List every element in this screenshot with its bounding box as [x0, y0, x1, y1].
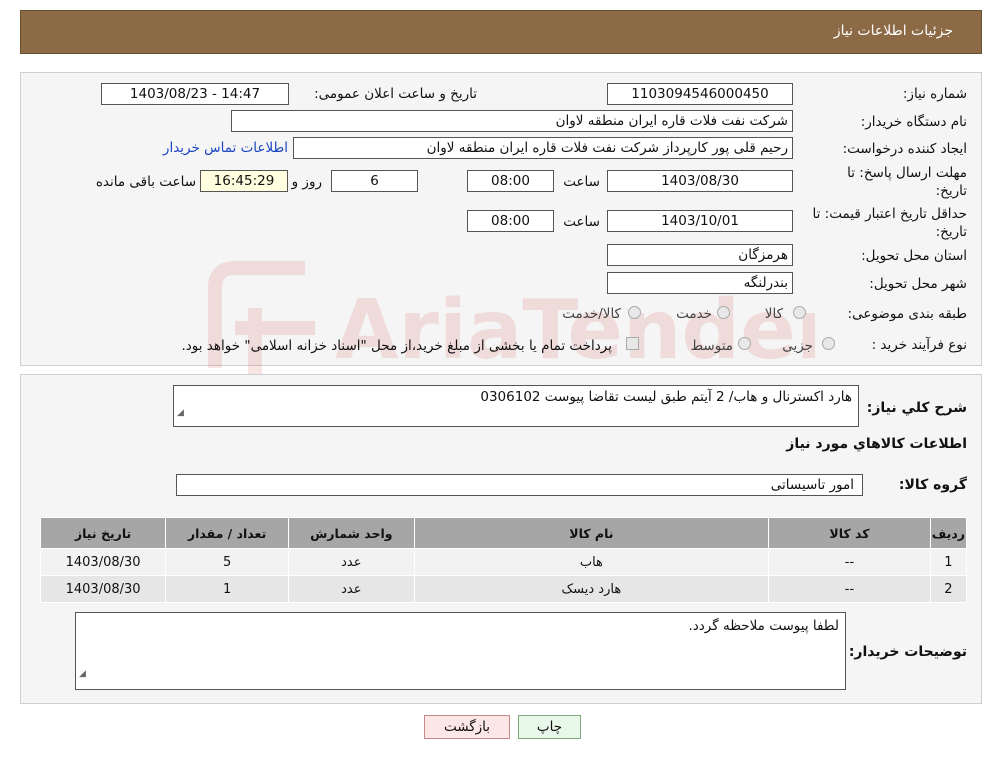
category-radio-service[interactable]	[717, 306, 730, 319]
table-header-row: رديف کد کالا نام کالا واحد شمارش تعداد /…	[39, 517, 968, 549]
buyer-notes-label: توضيحات خريدار:	[848, 644, 967, 660]
page-title: جزئیات اطلاعات نیاز	[833, 23, 953, 39]
cell-unit: عدد	[288, 548, 415, 576]
cell-goods-name: هارد دیسک	[413, 575, 770, 603]
validity-label: حداقل تاریخ اعتبار قیمت: تا	[812, 206, 967, 222]
col-goods-code: کد کالا	[768, 517, 931, 549]
validity-date-field: 1403/10/01	[607, 210, 793, 232]
buyer-notes-field: لطفا پیوست ملاحظه گردد. ◢	[75, 612, 846, 690]
buyer-org-field: شرکت نفت فلات قاره ایران منطقه لاوان	[231, 110, 793, 132]
goods-group-field: امور تاسیساتی	[176, 474, 863, 496]
remaining-label: ساعت باقی مانده	[95, 174, 196, 190]
page-header: جزئیات اطلاعات نیاز	[20, 10, 982, 54]
validity-time-label: ساعت	[563, 214, 600, 230]
cell-quantity: 1	[165, 575, 290, 603]
cell-quantity: 5	[165, 548, 290, 576]
process-label: نوع فرآیند خرید :	[871, 337, 967, 353]
validity-label-2: تاریخ:	[935, 224, 967, 240]
days-label: روز و	[291, 174, 322, 190]
deadline-date-field: 1403/08/30	[607, 170, 793, 192]
category-option-service: خدمت	[676, 306, 712, 322]
deadline-time-label: ساعت	[563, 174, 600, 190]
cell-need-date: 1403/08/30	[39, 575, 167, 603]
cell-row-number: 2	[929, 575, 968, 603]
need-number-label: شماره نیاز:	[902, 86, 967, 102]
col-need-date: تاريخ نياز	[39, 517, 167, 549]
cell-unit: عدد	[288, 575, 415, 603]
city-field: بندرلنگه	[607, 272, 793, 294]
svg-text:AriaTender.neT: AriaTender.neT	[335, 283, 815, 378]
creator-label: ایجاد کننده درخواست:	[842, 141, 967, 157]
province-label: استان محل تحویل:	[861, 248, 967, 264]
table-row: 2 -- هارد دیسک عدد 1 1403/08/30	[39, 575, 968, 603]
category-label: طبقه بندی موضوعی:	[847, 306, 967, 322]
treasury-checkbox[interactable]	[626, 337, 639, 350]
deadline-label-2: تاریخ:	[935, 183, 967, 199]
days-field: 6	[331, 170, 418, 192]
cell-goods-code: --	[768, 575, 931, 603]
creator-field: رحیم قلی پور کارپرداز شرکت نفت فلات قاره…	[293, 137, 793, 159]
validity-time-field: 08:00	[467, 210, 554, 232]
process-option-minor: جزیی	[782, 338, 813, 354]
resize-handle-icon[interactable]: ◢	[79, 661, 86, 687]
goods-table: رديف کد کالا نام کالا واحد شمارش تعداد /…	[39, 517, 968, 603]
category-radio-goods[interactable]	[793, 306, 806, 319]
col-goods-name: نام کالا	[413, 517, 770, 549]
cell-goods-name: هاب	[413, 548, 770, 576]
print-button[interactable]: چاپ	[518, 715, 581, 739]
remaining-time-field: 16:45:29	[200, 170, 288, 192]
table-row: 1 -- هاب عدد 5 1403/08/30	[39, 548, 968, 576]
description-text: هارد اکسترنال و هاب/ 2 آیتم طبق لیست تقا…	[480, 389, 852, 405]
cell-goods-code: --	[768, 548, 931, 576]
description-label: شرح کلي نياز:	[866, 400, 967, 416]
description-field: هارد اکسترنال و هاب/ 2 آیتم طبق لیست تقا…	[173, 385, 859, 427]
goods-info-title: اطلاعات کالاهاي مورد نياز	[786, 436, 967, 452]
col-row-number: رديف	[929, 517, 968, 549]
deadline-label: مهلت ارسال پاسخ: تا	[847, 165, 967, 181]
buyer-org-label: نام دستگاه خریدار:	[860, 114, 967, 130]
col-unit: واحد شمارش	[288, 517, 415, 549]
resize-handle-icon[interactable]: ◢	[177, 402, 184, 424]
deadline-time-field: 08:00	[467, 170, 554, 192]
back-button[interactable]: بازگشت	[424, 715, 510, 739]
province-field: هرمزگان	[607, 244, 793, 266]
cell-row-number: 1	[929, 548, 968, 576]
city-label: شهر محل تحویل:	[869, 276, 967, 292]
need-number-field: 1103094546000450	[607, 83, 793, 105]
goods-group-label: گروه کالا:	[898, 477, 967, 493]
category-option-goods-service: کالا/خدمت	[562, 306, 621, 322]
process-note: پرداخت تمام یا بخشی از مبلغ خرید،از محل …	[181, 338, 612, 354]
cell-need-date: 1403/08/30	[39, 548, 167, 576]
category-option-goods: کالا	[764, 306, 783, 322]
process-option-medium: متوسط	[690, 338, 733, 354]
process-radio-medium[interactable]	[738, 337, 751, 350]
buyer-notes-text: لطفا پیوست ملاحظه گردد.	[688, 618, 839, 634]
announce-label: تاریخ و ساعت اعلان عمومی:	[314, 86, 477, 102]
announce-field: 1403/08/23 - 14:47	[101, 83, 289, 105]
process-radio-minor[interactable]	[822, 337, 835, 350]
category-radio-goods-service[interactable]	[628, 306, 641, 319]
buyer-contact-link[interactable]: اطلاعات تماس خریدار	[163, 140, 288, 156]
col-quantity: تعداد / مقدار	[165, 517, 290, 549]
